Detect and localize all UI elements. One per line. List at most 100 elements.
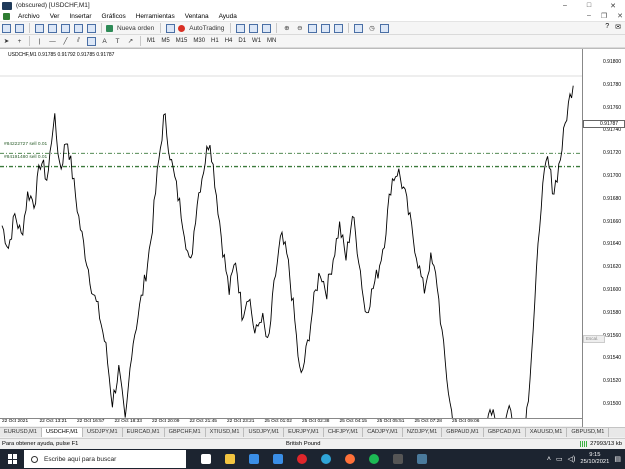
autotrading-button[interactable]: AutoTrading xyxy=(178,23,226,34)
symbol-tab[interactable]: CADJPY,M1 xyxy=(363,428,403,437)
crosshair-icon[interactable]: + xyxy=(14,36,25,47)
price-tick-label: 0.91540 xyxy=(603,355,622,362)
candlestick-button[interactable] xyxy=(248,23,259,34)
symbol-tab[interactable]: USDJPY,M1 xyxy=(244,428,285,437)
tf-m1[interactable]: M1 xyxy=(144,38,158,44)
tf-m30[interactable]: M30 xyxy=(190,38,208,44)
metaeditor-button[interactable] xyxy=(165,23,176,34)
alerts-icon[interactable]: ✉ xyxy=(615,23,621,31)
data-window-button[interactable] xyxy=(47,23,58,34)
symbol-tab[interactable]: USDCHF,M1 xyxy=(41,428,83,437)
terminal-icon[interactable] xyxy=(388,452,408,466)
menu-graficos[interactable]: Gráficos xyxy=(97,13,131,20)
edge-icon[interactable] xyxy=(316,452,336,466)
symbol-tab[interactable]: CHFJPY,M1 xyxy=(324,428,364,437)
indicators-button[interactable] xyxy=(353,23,364,34)
price-tick-label: 0.91720 xyxy=(603,150,622,157)
spotify-icon[interactable] xyxy=(364,452,384,466)
new-order-button[interactable]: Nueva orden xyxy=(106,23,156,34)
text-icon[interactable]: A xyxy=(99,36,110,47)
price-chart[interactable]: USDCHF,M1 0.91785 0.91792 0.91785 0.9178… xyxy=(0,48,625,427)
chart-restore-button[interactable]: ❐ xyxy=(601,12,607,20)
menu-ver[interactable]: Ver xyxy=(45,13,65,20)
autoscroll-button[interactable] xyxy=(333,23,344,34)
price-tick-label: 0.91560 xyxy=(603,332,622,339)
tester-button[interactable] xyxy=(86,23,97,34)
status-profile[interactable]: British Pound xyxy=(286,441,320,447)
tf-m15[interactable]: M15 xyxy=(173,38,191,44)
file-explorer-icon[interactable] xyxy=(220,452,240,466)
tile-windows-button[interactable] xyxy=(307,23,318,34)
taskbar-search-box[interactable]: Escribe aquí para buscar xyxy=(24,450,186,468)
symbol-tab[interactable]: XAUUSD,M1 xyxy=(526,428,568,437)
symbol-tab[interactable]: EURJPY,M1 xyxy=(284,428,324,437)
profiles-button[interactable] xyxy=(14,23,25,34)
chart-close-button[interactable]: ✕ xyxy=(617,12,623,20)
volume-icon[interactable]: ◁) xyxy=(568,455,576,463)
label-icon[interactable]: T xyxy=(112,36,123,47)
symbol-tab[interactable]: GBPCAD,M1 xyxy=(484,428,526,437)
templates-button[interactable] xyxy=(379,23,390,34)
mail-icon[interactable] xyxy=(268,452,288,466)
price-tick-label: 0.91500 xyxy=(603,401,622,407)
price-tick-label: 0.91700 xyxy=(603,173,622,179)
trendline-icon[interactable]: ╱ xyxy=(60,36,71,47)
symbol-tab[interactable]: GBPUSD,M1 xyxy=(567,428,610,437)
windows-start-icon[interactable] xyxy=(8,454,18,464)
line-chart-button[interactable] xyxy=(261,23,272,34)
chart-window-icon[interactable] xyxy=(3,12,10,20)
symbol-tab[interactable]: XTIUSD,M1 xyxy=(206,428,245,437)
maximize-button[interactable]: □ xyxy=(577,0,601,11)
tf-w1[interactable]: W1 xyxy=(249,38,264,44)
taskbar-clock[interactable]: 9:15 25/10/2021 xyxy=(580,452,609,466)
cursor-icon[interactable]: ➤ xyxy=(1,36,12,47)
fibonacci-button[interactable] xyxy=(86,36,97,47)
zoom-in-icon[interactable]: ⊕ xyxy=(281,23,292,34)
symbol-tab[interactable]: EURUSD,M1 xyxy=(0,428,42,437)
help-icon[interactable]: ? xyxy=(605,23,609,31)
minimize-button[interactable]: – xyxy=(553,0,577,11)
menu-herramientas[interactable]: Herramientas xyxy=(131,13,180,20)
symbol-tab[interactable]: NZDJPY,M1 xyxy=(403,428,443,437)
tf-m5[interactable]: M5 xyxy=(158,38,172,44)
symbol-tab[interactable]: GBPCHF,M1 xyxy=(165,428,206,437)
new-chart-button[interactable] xyxy=(1,23,12,34)
horizontal-line-icon[interactable]: — xyxy=(47,36,58,47)
clock-icon[interactable]: ◷ xyxy=(366,23,377,34)
tf-mn[interactable]: MN xyxy=(264,38,279,44)
task-view-icon[interactable] xyxy=(196,452,216,466)
network-icon[interactable]: ▭ xyxy=(556,455,563,463)
close-button[interactable]: ✕ xyxy=(601,0,625,11)
zoom-out-icon[interactable]: ⊖ xyxy=(294,23,305,34)
menu-insertar[interactable]: Insertar xyxy=(64,13,96,20)
tray-arrow-icon[interactable]: ˄ xyxy=(547,456,551,463)
channel-icon[interactable]: ⫽ xyxy=(73,36,84,47)
metatrader-icon[interactable] xyxy=(412,452,432,466)
opera-icon[interactable] xyxy=(292,452,312,466)
store-icon[interactable] xyxy=(244,452,264,466)
market-watch-button[interactable] xyxy=(34,23,45,34)
menu-archivo[interactable]: Archivo xyxy=(13,13,45,20)
symbol-tab[interactable]: GBPAUD,M1 xyxy=(442,428,484,437)
chart-minimize-button[interactable]: – xyxy=(587,12,591,20)
price-tick-label: 0.91780 xyxy=(603,81,622,88)
navigator-button[interactable] xyxy=(60,23,71,34)
symbol-tab[interactable]: EURCAD,M1 xyxy=(123,428,165,437)
vertical-line-icon[interactable]: | xyxy=(34,36,45,47)
symbol-tab[interactable]: USDJPY,M1 xyxy=(83,428,123,437)
bar-chart-button[interactable] xyxy=(235,23,246,34)
chart-shift-button[interactable] xyxy=(320,23,331,34)
menu-ventana[interactable]: Ventana xyxy=(180,13,214,20)
arrows-icon[interactable]: ↗ xyxy=(125,36,136,47)
clock-time: 9:15 xyxy=(589,452,601,458)
tf-d1[interactable]: D1 xyxy=(235,38,249,44)
price-tick-label: 0.91660 xyxy=(603,218,622,225)
firefox-icon[interactable] xyxy=(340,452,360,466)
terminal-button[interactable] xyxy=(73,23,84,34)
price-tick-label: 0.91640 xyxy=(603,241,622,248)
tf-h1[interactable]: H1 xyxy=(208,38,222,44)
notifications-icon[interactable]: ▤ xyxy=(614,455,621,463)
tf-h4[interactable]: H4 xyxy=(222,38,236,44)
menu-ayuda[interactable]: Ayuda xyxy=(214,13,242,20)
price-tick-label: 0.91600 xyxy=(603,287,622,293)
